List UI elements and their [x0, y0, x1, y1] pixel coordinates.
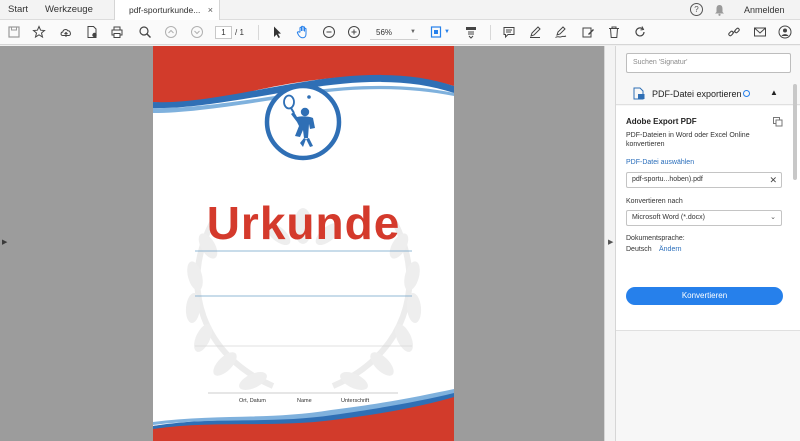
close-tab-icon[interactable]: ×	[208, 0, 213, 20]
page-down-icon[interactable]	[189, 24, 205, 40]
tab-werkzeuge[interactable]: Werkzeuge	[45, 0, 93, 20]
convert-to-label: Konvertieren nach	[626, 198, 683, 205]
format-select[interactable]: Microsoft Word (*.docx) ⌄	[626, 210, 782, 226]
comment-icon[interactable]	[501, 24, 517, 40]
tab-bar: Start Werkzeuge pdf-sporturkunde... × ? …	[0, 0, 800, 21]
tab-document[interactable]: pdf-sporturkunde... ×	[114, 0, 220, 21]
info-dot-icon	[743, 90, 750, 97]
document-language-value: Deutsch	[626, 246, 652, 253]
toolbar-divider	[258, 25, 259, 40]
export-pdf-icon	[633, 87, 645, 100]
selected-file-name: pdf-sportu...hoben).pdf	[632, 176, 703, 183]
toolbar-divider	[490, 25, 491, 40]
email-icon[interactable]	[752, 24, 768, 40]
change-language-link[interactable]: Ändern	[659, 246, 682, 253]
tab-start[interactable]: Start	[8, 0, 28, 20]
tools-pane: Suchen 'Signatur' PDF-Datei exportieren …	[616, 46, 800, 441]
sign-pen-icon[interactable]	[553, 24, 569, 40]
expand-left-panel-icon[interactable]: ▶	[2, 238, 7, 246]
rotate-icon[interactable]	[632, 24, 648, 40]
left-panel-strip: ▶	[0, 46, 12, 441]
cloud-upload-icon[interactable]	[58, 24, 74, 40]
chevron-down-icon: ▼	[410, 29, 416, 35]
document-settings-icon[interactable]	[84, 24, 100, 40]
select-pdf-link[interactable]: PDF-Datei auswählen	[626, 159, 694, 166]
clear-file-icon[interactable]: ✕	[769, 173, 777, 187]
signature-label-name: Name	[297, 398, 312, 404]
save-icon[interactable]	[6, 24, 22, 40]
page-layout-dropdown-icon[interactable]: ▼	[443, 24, 451, 40]
hand-tool-icon[interactable]	[295, 24, 311, 40]
document-language-label: Dokumentsprache:	[626, 235, 685, 242]
highlight-pen-icon[interactable]	[527, 24, 543, 40]
export-description: PDF-Dateien in Word oder Excel Online ko…	[626, 132, 750, 148]
help-icon[interactable]: ?	[690, 3, 703, 16]
adobe-export-heading: Adobe Export PDF	[626, 117, 697, 126]
copy-icon[interactable]	[773, 117, 783, 127]
page-total: / 1	[235, 28, 244, 37]
trash-icon[interactable]	[606, 24, 622, 40]
bell-icon[interactable]	[714, 3, 725, 21]
page-number-input[interactable]: 1	[215, 26, 232, 39]
user-share-icon[interactable]	[777, 24, 793, 40]
pdf-page: Urkunde Ort, Datum Name Unterschrift	[153, 46, 454, 441]
search-input[interactable]: Suchen 'Signatur'	[626, 53, 791, 73]
collapse-right-panel-icon[interactable]: ▶	[608, 238, 613, 246]
convert-button[interactable]: Konvertieren	[626, 287, 783, 305]
fill-sign-icon[interactable]	[580, 24, 596, 40]
zoom-out-icon[interactable]	[321, 24, 337, 40]
export-pdf-body: Adobe Export PDF PDF-Dateien in Word ode…	[616, 106, 800, 331]
scroll-mode-icon[interactable]	[463, 24, 479, 40]
signature-label-signature: Unterschrift	[341, 398, 370, 404]
selected-file-field[interactable]: pdf-sportu...hoben).pdf ✕	[626, 172, 782, 188]
export-pdf-title: PDF-Datei exportieren	[652, 89, 742, 99]
share-link-icon[interactable]	[726, 24, 742, 40]
chevron-up-icon[interactable]: ▲	[770, 88, 778, 97]
page-up-icon[interactable]	[163, 24, 179, 40]
signature-label-place-date: Ort, Datum	[239, 398, 266, 404]
star-icon[interactable]	[31, 24, 47, 40]
acrobat-window: Start Werkzeuge pdf-sporturkunde... × ? …	[0, 0, 800, 441]
format-select-value: Microsoft Word (*.docx)	[632, 214, 705, 221]
zoom-level-value: 56%	[376, 28, 393, 37]
zoom-in-icon[interactable]	[346, 24, 362, 40]
chevron-down-icon: ⌄	[770, 214, 776, 221]
zoom-search-icon[interactable]	[137, 24, 153, 40]
export-pdf-header[interactable]: PDF-Datei exportieren ▲	[616, 81, 800, 105]
zoom-level-dropdown[interactable]: 56% ▼	[370, 25, 418, 40]
tab-document-label: pdf-sporturkunde...	[129, 5, 201, 15]
select-cursor-icon[interactable]	[269, 24, 285, 40]
login-link[interactable]: Anmelden	[744, 0, 785, 20]
right-panel-divider[interactable]: ▶	[604, 46, 616, 441]
certificate-title: Urkunde	[206, 197, 401, 249]
toolbar: 1 / 1 56% ▼ ▼	[0, 20, 800, 45]
print-icon[interactable]	[109, 24, 125, 40]
panel-scrollbar[interactable]	[793, 84, 797, 180]
document-viewer[interactable]: ▶ Urkunde Ort, Datum Name Unterschrift	[0, 46, 604, 441]
